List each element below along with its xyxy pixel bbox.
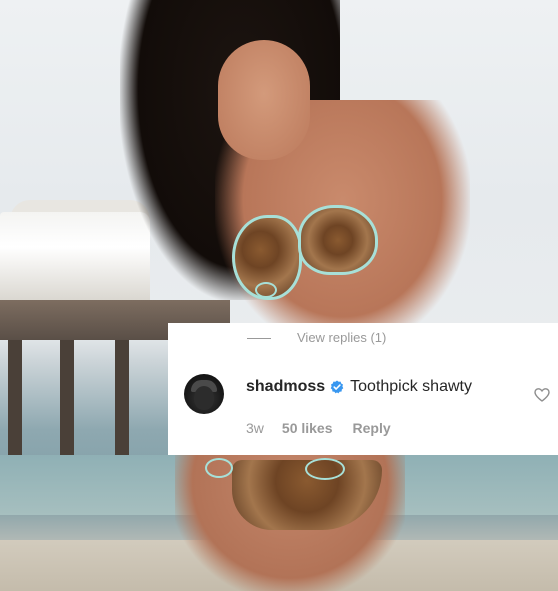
avatar-face	[194, 386, 214, 410]
verified-badge-icon	[330, 380, 344, 394]
comment-line: shadmoss Toothpick shawty	[246, 378, 472, 396]
likes-count[interactable]: 50 likes	[282, 420, 333, 436]
bikini-tie	[305, 458, 345, 480]
pier-leg	[8, 340, 22, 460]
comment-card: View replies (1) shadmoss Toothpick shaw…	[168, 323, 558, 455]
view-replies-link[interactable]: View replies (1)	[297, 330, 386, 345]
bikini-tie	[205, 458, 233, 478]
replies-divider	[247, 338, 271, 339]
face	[218, 40, 310, 160]
comment-meta: 3w 50 likes Reply	[246, 420, 391, 436]
background-photo	[0, 0, 558, 591]
heart-icon[interactable]	[534, 387, 550, 403]
avatar[interactable]	[184, 374, 224, 414]
username[interactable]: shadmoss	[246, 378, 325, 396]
bikini-top-right	[298, 205, 378, 275]
pier-leg	[115, 340, 129, 460]
reply-button[interactable]: Reply	[353, 420, 391, 436]
comment-time: 3w	[246, 420, 264, 436]
bikini-tie	[255, 282, 277, 298]
pier-leg	[60, 340, 74, 460]
comment-text: Toothpick shawty	[350, 378, 472, 395]
